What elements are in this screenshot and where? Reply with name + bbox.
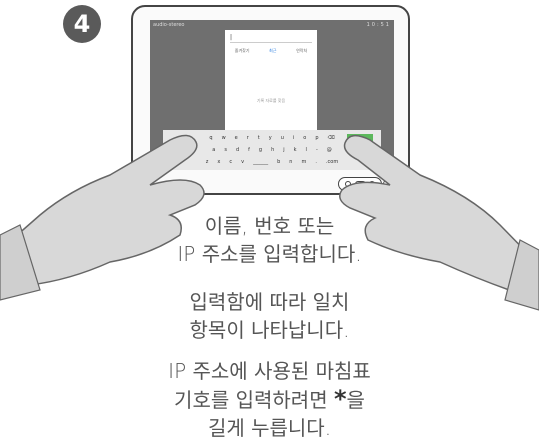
caption-text: 을 [346,388,365,412]
caption-group-3: IP 주소에 사용된 마침표 기호를 입력하려면 *을 길게 누릅니다. [0,357,539,442]
caption-text: 기호를 입력하려면 [174,388,334,412]
caption-line: IP 주소를 입력합니다. [177,242,362,266]
star-icon: * [333,385,347,413]
caption-line: IP 주소에 사용된 마침표 [168,359,371,383]
caption-line: 입력함에 따라 일치 [189,290,350,314]
caption-line: 항목이 나타납니다. [189,318,350,342]
caption-line: 이름, 번호 또는 [204,214,335,238]
caption-line-with-star: 기호를 입력하려면 *을 [0,385,539,414]
caption-group-2: 입력함에 따라 일치 항목이 나타납니다. [0,288,539,344]
caption-group-1: 이름, 번호 또는 IP 주소를 입력합니다. [0,212,539,268]
